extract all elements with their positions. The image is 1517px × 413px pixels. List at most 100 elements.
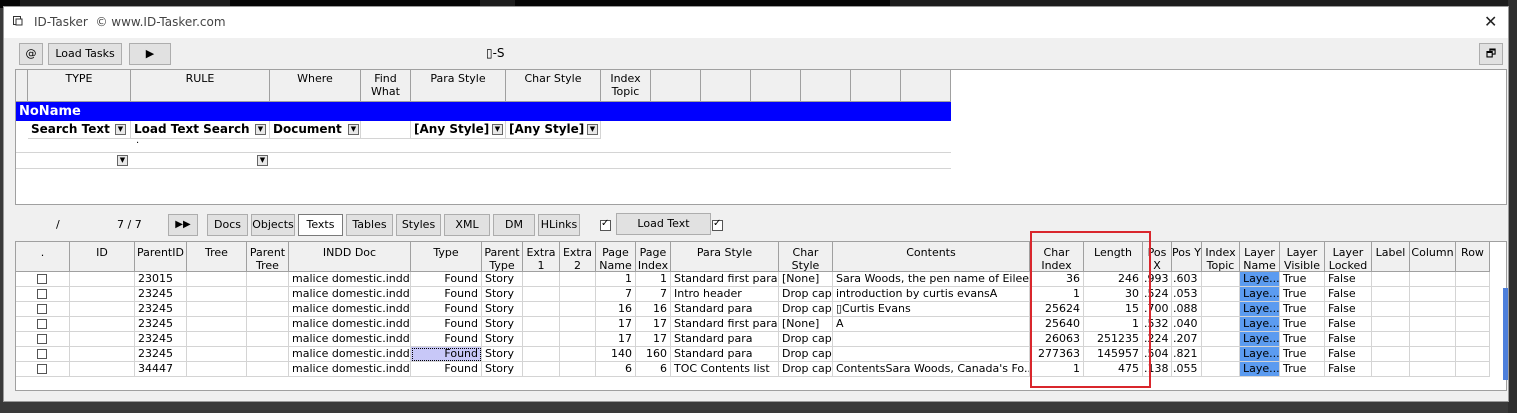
rules-header[interactable]	[851, 70, 901, 102]
row-select-cell[interactable]	[16, 272, 70, 287]
results-header[interactable]: ID	[70, 242, 135, 272]
cell-pindex[interactable]: 6	[636, 362, 671, 377]
results-header[interactable]: Tree	[187, 242, 247, 272]
cell-ptype[interactable]: Story	[482, 287, 523, 302]
empty-cell[interactable]	[1410, 272, 1456, 287]
close-icon[interactable]: ✕	[1484, 12, 1497, 32]
chevron-down-icon[interactable]: ▼	[255, 124, 266, 135]
chevron-down-icon[interactable]: ▼	[117, 155, 128, 166]
empty-cell[interactable]	[1372, 362, 1410, 377]
empty-cell[interactable]	[187, 347, 247, 362]
cell-locked[interactable]: False	[1325, 302, 1372, 317]
cell-doc[interactable]: malice domestic.indd	[289, 272, 411, 287]
cell-layer[interactable]: Laye...	[1240, 302, 1280, 317]
cell-char[interactable]: Drop cap	[779, 302, 833, 317]
cell-contents[interactable]: A	[833, 317, 1030, 332]
rule-rule-cell[interactable]: Load Text Search	[131, 121, 270, 139]
rules-header[interactable]: Find What	[361, 70, 411, 102]
empty-cell[interactable]	[1372, 272, 1410, 287]
cell-pindex[interactable]: 7	[636, 287, 671, 302]
empty-cell[interactable]	[1456, 332, 1490, 347]
rules-header[interactable]: Char Style	[506, 70, 601, 102]
empty-cell[interactable]	[70, 347, 135, 362]
results-header[interactable]: Parent Tree	[247, 242, 289, 272]
rules-header[interactable]	[701, 70, 751, 102]
cell-pname[interactable]: 140	[596, 347, 636, 362]
row-checkbox[interactable]	[37, 319, 47, 329]
cell-parentid[interactable]: 23245	[135, 332, 187, 347]
checkbox-option[interactable]	[712, 218, 723, 231]
chevron-down-icon[interactable]: ▼	[257, 155, 268, 166]
results-header[interactable]: .	[16, 242, 70, 272]
empty-cell[interactable]	[523, 317, 560, 332]
empty-cell[interactable]	[560, 332, 596, 347]
results-header[interactable]: Column	[1410, 242, 1456, 272]
results-header[interactable]: Char Style	[779, 242, 833, 272]
cell-char[interactable]: Drop cap	[779, 347, 833, 362]
cell-posy[interactable]: .603	[1172, 272, 1202, 287]
cell-doc[interactable]: malice domestic.indd	[289, 287, 411, 302]
empty-cell[interactable]	[1202, 272, 1240, 287]
empty-cell[interactable]	[1410, 302, 1456, 317]
cell-posy[interactable]: .053	[1172, 287, 1202, 302]
cell-locked[interactable]: False	[1325, 347, 1372, 362]
cell-para[interactable]: Standard first para	[671, 272, 779, 287]
cell-visible[interactable]: True	[1280, 362, 1325, 377]
results-header[interactable]: Page Name	[596, 242, 636, 272]
cell-parentid[interactable]: 23015	[135, 272, 187, 287]
cell-locked[interactable]: False	[1325, 272, 1372, 287]
results-header[interactable]: Type	[411, 242, 482, 272]
scrollbar-marker[interactable]	[1503, 288, 1508, 380]
cell-ptype[interactable]: Story	[482, 362, 523, 377]
cell-char[interactable]: [None]	[779, 272, 833, 287]
cell-type[interactable]: Found	[411, 362, 482, 377]
empty-cell[interactable]	[1410, 317, 1456, 332]
cell-pindex[interactable]: 160	[636, 347, 671, 362]
empty-cell[interactable]	[1372, 347, 1410, 362]
rule-find-cell[interactable]	[361, 121, 411, 139]
empty-cell[interactable]	[1456, 287, 1490, 302]
cell-contents[interactable]: ▯Curtis Evans	[833, 302, 1030, 317]
table-row[interactable]: 23015 malice domestic.indd Found Story 1 1 Sta…	[16, 272, 1490, 287]
empty-cell[interactable]	[560, 317, 596, 332]
row-checkbox[interactable]	[37, 334, 47, 344]
rules-header[interactable]: RULE	[131, 70, 270, 102]
rules-header[interactable]	[751, 70, 801, 102]
cell-layer[interactable]: Laye...	[1240, 317, 1280, 332]
cell-type[interactable]: Found	[411, 302, 482, 317]
table-row[interactable]: 23245 malice domestic.indd Found Story 140 16…	[16, 347, 1490, 362]
results-header[interactable]: Extra 2	[560, 242, 596, 272]
rules-header[interactable]: Where	[270, 70, 361, 102]
chevron-down-icon[interactable]: ▼	[587, 124, 598, 135]
cell-char[interactable]: Drop cap	[779, 362, 833, 377]
cell-posy[interactable]: .207	[1172, 332, 1202, 347]
row-select-cell[interactable]	[16, 287, 70, 302]
restore-icon[interactable]: 🗗	[1479, 43, 1503, 65]
cell-visible[interactable]: True	[1280, 302, 1325, 317]
empty-cell[interactable]	[1410, 332, 1456, 347]
empty-cell[interactable]	[560, 287, 596, 302]
cell-visible[interactable]: True	[1280, 272, 1325, 287]
tab-objects[interactable]: Objects	[251, 214, 295, 236]
cell-contents[interactable]	[833, 347, 1030, 362]
cell-para[interactable]: Standard para	[671, 332, 779, 347]
row-select-cell[interactable]	[16, 332, 70, 347]
table-row[interactable]: 23245 malice domestic.indd Found Story 17 17 S…	[16, 317, 1490, 332]
results-header[interactable]: Layer Locked	[1325, 242, 1372, 272]
cell-pindex[interactable]: 16	[636, 302, 671, 317]
empty-cell[interactable]	[1456, 347, 1490, 362]
empty-cell[interactable]	[187, 317, 247, 332]
load-tasks-button[interactable]: Load Tasks	[48, 43, 122, 65]
cell-ptype[interactable]: Story	[482, 317, 523, 332]
empty-cell[interactable]	[1410, 347, 1456, 362]
empty-cell[interactable]	[523, 272, 560, 287]
rule-row[interactable]: Search Text ▼ Load Text Search ▼ Documen…	[16, 121, 951, 140]
group-bar[interactable]: NoName	[16, 102, 951, 121]
empty-cell[interactable]	[247, 347, 289, 362]
cell-type[interactable]: Found	[411, 287, 482, 302]
chevron-down-icon[interactable]: ▼	[492, 124, 503, 135]
cell-pname[interactable]: 16	[596, 302, 636, 317]
cell-parentid[interactable]: 34447	[135, 362, 187, 377]
results-header[interactable]: Parent Type	[482, 242, 523, 272]
empty-cell[interactable]	[70, 302, 135, 317]
